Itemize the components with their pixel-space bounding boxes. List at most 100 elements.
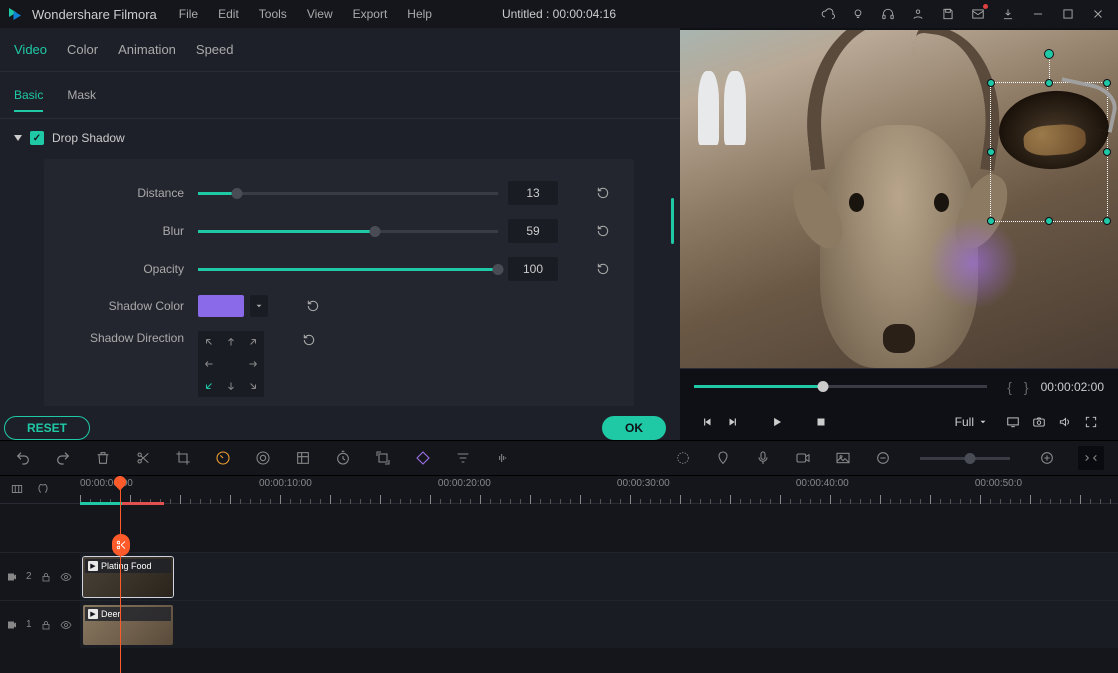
dir-ne[interactable] — [242, 331, 264, 353]
resize-handle-tl[interactable] — [987, 79, 995, 87]
lightbulb-icon[interactable] — [850, 6, 866, 22]
keyframe-icon[interactable] — [414, 449, 432, 467]
voiceover-icon[interactable] — [754, 449, 772, 467]
resize-handle-br[interactable] — [1103, 217, 1111, 225]
audio-wave-icon[interactable] — [494, 449, 512, 467]
zoom-slider[interactable] — [920, 457, 1010, 460]
resize-handle-bl[interactable] — [987, 217, 995, 225]
volume-icon[interactable] — [1052, 409, 1078, 435]
section-collapse-icon[interactable] — [14, 135, 22, 141]
shadow-color-swatch[interactable] — [198, 295, 244, 317]
dir-n[interactable] — [220, 331, 242, 353]
blur-value[interactable]: 59 — [508, 219, 558, 243]
dir-s[interactable] — [220, 375, 242, 397]
motion-icon[interactable] — [374, 449, 392, 467]
selection-box[interactable] — [990, 82, 1108, 222]
clip-plating-food[interactable]: ▶Plating Food — [83, 557, 173, 597]
tab-color[interactable]: Color — [67, 38, 98, 65]
menu-tools[interactable]: Tools — [249, 7, 297, 21]
redo-icon[interactable] — [54, 449, 72, 467]
section-enable-checkbox[interactable]: ✓ — [30, 131, 44, 145]
zoom-in-icon[interactable] — [1038, 449, 1056, 467]
headphones-icon[interactable] — [880, 6, 896, 22]
download-icon[interactable] — [1000, 6, 1016, 22]
tab-animation[interactable]: Animation — [118, 38, 176, 65]
lock-icon[interactable] — [40, 571, 52, 583]
section-header[interactable]: ✓ Drop Shadow — [14, 131, 666, 145]
blur-reset-icon[interactable] — [594, 222, 612, 240]
quality-dropdown[interactable]: Full — [955, 415, 988, 429]
color-icon[interactable] — [254, 449, 272, 467]
clip-deer[interactable]: ▶Deer — [83, 605, 173, 645]
distance-slider[interactable] — [198, 183, 498, 203]
crop-icon[interactable] — [174, 449, 192, 467]
menu-file[interactable]: File — [169, 7, 208, 21]
stop-icon[interactable] — [808, 409, 834, 435]
opacity-slider[interactable] — [198, 259, 498, 279]
snapshot-icon[interactable] — [1026, 409, 1052, 435]
rotate-handle[interactable] — [1044, 49, 1054, 59]
zoom-fit-icon[interactable] — [1078, 446, 1104, 470]
opacity-reset-icon[interactable] — [594, 260, 612, 278]
menu-view[interactable]: View — [297, 7, 343, 21]
dir-se[interactable] — [242, 375, 264, 397]
blur-slider[interactable] — [198, 221, 498, 241]
shadow-color-dropdown[interactable] — [250, 295, 268, 317]
step-back-icon[interactable] — [694, 409, 720, 435]
reset-button[interactable]: RESET — [4, 416, 90, 440]
save-icon[interactable] — [940, 6, 956, 22]
menu-edit[interactable]: Edit — [208, 7, 249, 21]
zoom-out-icon[interactable] — [874, 449, 892, 467]
menu-export[interactable]: Export — [343, 7, 398, 21]
mail-icon[interactable] — [970, 6, 986, 22]
dir-w[interactable] — [198, 353, 220, 375]
step-forward-icon[interactable] — [720, 409, 746, 435]
opacity-value[interactable]: 100 — [508, 257, 558, 281]
record-icon[interactable] — [794, 449, 812, 467]
lock-icon[interactable] — [40, 619, 52, 631]
speed-icon[interactable] — [214, 449, 232, 467]
mark-out-icon[interactable]: } — [1024, 379, 1029, 395]
resize-handle-tr[interactable] — [1103, 79, 1111, 87]
window-minimize-icon[interactable] — [1030, 6, 1046, 22]
ok-button[interactable]: OK — [602, 416, 666, 440]
cloud-icon[interactable] — [820, 6, 836, 22]
filters-icon[interactable] — [454, 449, 472, 467]
delete-icon[interactable] — [94, 449, 112, 467]
mixer-icon[interactable] — [674, 449, 692, 467]
ruler[interactable]: 00:00:00:0000:00:10:0000:00:20:0000:00:3… — [0, 476, 1118, 504]
distance-value[interactable]: 13 — [508, 181, 558, 205]
subtab-mask[interactable]: Mask — [67, 84, 96, 112]
tab-speed[interactable]: Speed — [196, 38, 234, 65]
screen-icon[interactable] — [1000, 409, 1026, 435]
green-screen-icon[interactable] — [294, 449, 312, 467]
playhead[interactable] — [120, 476, 121, 673]
cut-icon[interactable] — [134, 449, 152, 467]
progress-track[interactable] — [694, 385, 987, 388]
shadow-direction-reset-icon[interactable] — [300, 331, 318, 349]
magnet-icon[interactable] — [36, 482, 50, 499]
shadow-color-reset-icon[interactable] — [304, 297, 322, 315]
split-marker-icon[interactable] — [112, 534, 130, 556]
visibility-icon[interactable] — [60, 571, 72, 583]
preview-viewport[interactable] — [680, 30, 1118, 368]
menu-help[interactable]: Help — [397, 7, 442, 21]
panel-scroll-thumb[interactable] — [671, 198, 674, 244]
dir-sw[interactable] — [198, 375, 220, 397]
distance-reset-icon[interactable] — [594, 184, 612, 202]
resize-handle-tc[interactable] — [1045, 79, 1053, 87]
window-close-icon[interactable] — [1090, 6, 1106, 22]
dir-nw[interactable] — [198, 331, 220, 353]
resize-handle-bc[interactable] — [1045, 217, 1053, 225]
fullscreen-icon[interactable] — [1078, 409, 1104, 435]
visibility-icon[interactable] — [60, 619, 72, 631]
resize-handle-mr[interactable] — [1103, 148, 1111, 156]
image-icon[interactable] — [834, 449, 852, 467]
play-icon[interactable] — [764, 409, 790, 435]
undo-icon[interactable] — [14, 449, 32, 467]
user-icon[interactable] — [910, 6, 926, 22]
mark-in-icon[interactable]: { — [1007, 379, 1012, 395]
marker-icon[interactable] — [714, 449, 732, 467]
time-icon[interactable] — [334, 449, 352, 467]
window-maximize-icon[interactable] — [1060, 6, 1076, 22]
